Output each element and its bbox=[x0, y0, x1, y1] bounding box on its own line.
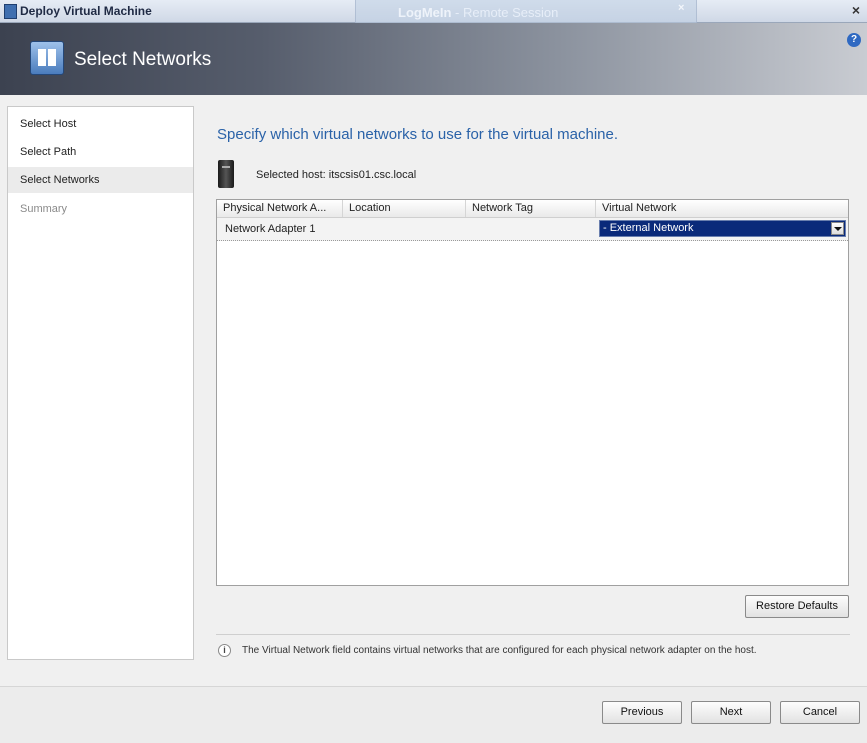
chevron-down-icon[interactable] bbox=[831, 222, 844, 235]
previous-button[interactable]: Previous bbox=[602, 701, 682, 724]
restore-defaults-button[interactable]: Restore Defaults bbox=[745, 595, 849, 618]
window-title: Deploy Virtual Machine bbox=[20, 4, 152, 18]
table-row[interactable]: Network Adapter 1 - External Network bbox=[217, 218, 848, 241]
help-icon[interactable]: ? bbox=[847, 33, 861, 47]
close-icon[interactable]: × bbox=[849, 2, 863, 18]
wizard-header: Select Networks ? bbox=[0, 23, 867, 95]
grid-header: Physical Network A... Location Network T… bbox=[217, 200, 848, 218]
sidebar-item-select-host[interactable]: Select Host bbox=[8, 111, 193, 137]
wizard-steps-sidebar: Select Host Select Path Select Networks … bbox=[7, 106, 194, 660]
app-icon bbox=[4, 4, 17, 19]
column-header-network-tag[interactable]: Network Tag bbox=[466, 200, 596, 217]
info-icon: i bbox=[218, 644, 231, 657]
adapter-cell: Network Adapter 1 bbox=[225, 223, 316, 235]
selected-host-label: Selected host: itscsis01.csc.local bbox=[256, 169, 417, 181]
column-header-virtual-network[interactable]: Virtual Network bbox=[596, 200, 848, 217]
remote-session-close-icon[interactable]: × bbox=[678, 2, 684, 14]
column-header-location[interactable]: Location bbox=[343, 200, 466, 217]
page-title: Select Networks bbox=[74, 49, 212, 70]
sidebar-item-summary: Summary bbox=[20, 203, 68, 215]
sidebar-item-select-path[interactable]: Select Path bbox=[8, 139, 193, 165]
section-heading: Specify which virtual networks to use fo… bbox=[217, 126, 619, 143]
info-text: The Virtual Network field contains virtu… bbox=[242, 645, 757, 656]
virtual-network-value: - External Network bbox=[603, 222, 694, 234]
cancel-button[interactable]: Cancel bbox=[780, 701, 860, 724]
sidebar-item-select-networks[interactable]: Select Networks bbox=[8, 167, 193, 193]
remote-session-subtitle: - Remote Session bbox=[451, 5, 559, 20]
network-adapters-grid: Physical Network A... Location Network T… bbox=[216, 199, 849, 586]
server-icon bbox=[218, 160, 234, 188]
select-networks-icon bbox=[30, 41, 64, 75]
remote-session-title: LogMeIn bbox=[398, 5, 452, 20]
divider bbox=[216, 634, 850, 635]
next-button[interactable]: Next bbox=[691, 701, 771, 724]
virtual-network-dropdown[interactable]: - External Network bbox=[599, 220, 846, 237]
column-header-physical-network-adapter[interactable]: Physical Network A... bbox=[217, 200, 343, 217]
